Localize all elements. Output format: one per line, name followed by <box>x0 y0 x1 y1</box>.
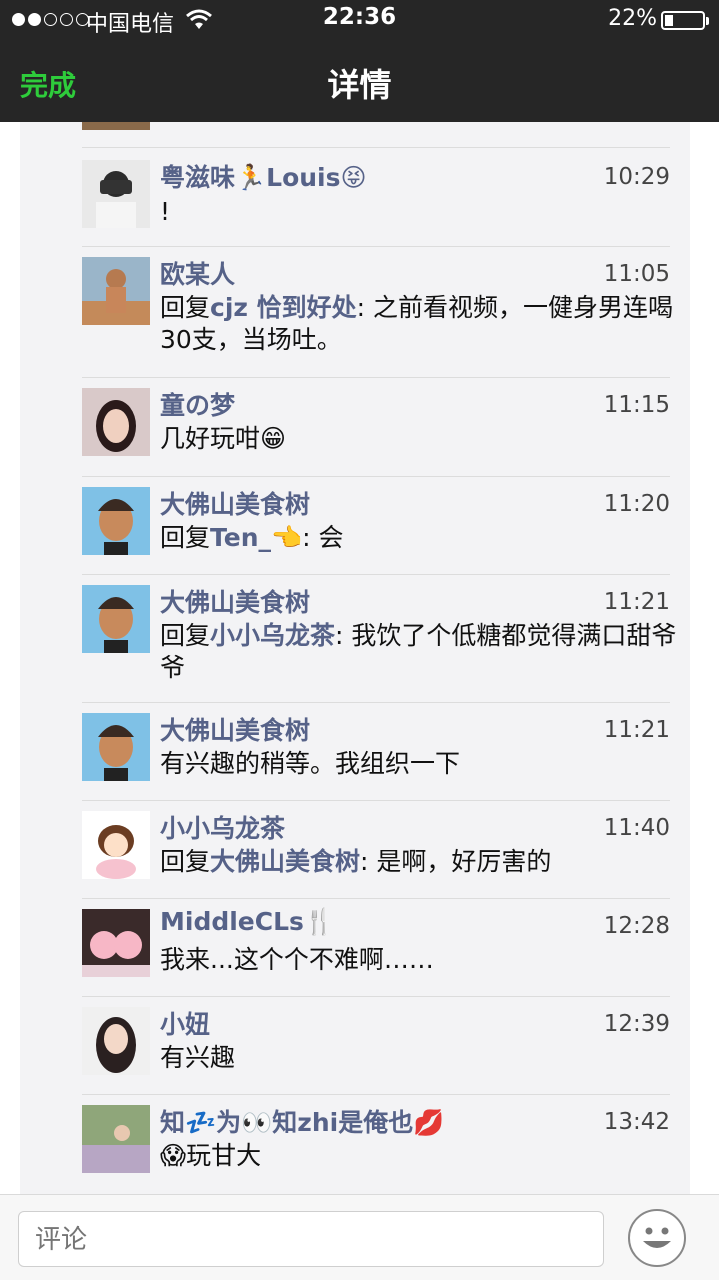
smiley-icon[interactable] <box>628 1209 686 1267</box>
avatar[interactable] <box>82 713 150 781</box>
battery-percentage: 22% <box>608 6 657 31</box>
avatar[interactable] <box>82 1105 150 1173</box>
page-title: 详情 <box>327 66 392 104</box>
comment-text: 😱玩甘大 <box>160 1141 262 1170</box>
runner-icon: 🏃 <box>235 163 267 192</box>
comment-time: 12:39 <box>603 1011 670 1037</box>
battery-icon <box>661 11 709 30</box>
commenter-name[interactable]: 小小乌龙茶 <box>160 809 285 845</box>
list-item[interactable]: 大佛山美食树 11:21 回复小小乌龙茶: 我饮了个低糖都觉得满口甜爷爷 <box>20 575 690 705</box>
list-item[interactable]: 大佛山美食树 11:20 回复Ten_👈: 会 <box>20 477 690 575</box>
avatar[interactable] <box>82 160 150 228</box>
comment-time: 11:21 <box>603 717 670 743</box>
comment-text: 几好玩咁😁 <box>160 424 287 453</box>
avatar[interactable] <box>82 257 150 325</box>
commenter-name[interactable]: 小妞 <box>160 1005 210 1041</box>
comment-input-bar <box>0 1194 719 1280</box>
comment-time: 13:42 <box>603 1109 670 1135</box>
scream-face-icon: 😱 <box>160 1141 187 1170</box>
avatar[interactable] <box>82 585 150 653</box>
comment-text: ! <box>160 197 171 226</box>
commenter-name[interactable]: 童の梦 <box>160 386 235 422</box>
commenter-name[interactable]: 大佛山美食树 <box>160 485 310 521</box>
list-item[interactable]: 大佛山美食树 11:21 有兴趣的稍等。我组织一下 <box>20 703 690 801</box>
list-item[interactable]: 小小乌龙茶 11:40 回复大佛山美食树: 是啊，好厉害的 <box>20 801 690 899</box>
grin-face-icon: 😁 <box>260 424 287 453</box>
lips-icon: 💋 <box>413 1108 445 1137</box>
comment-time: 10:29 <box>603 164 670 190</box>
avatar[interactable] <box>82 1007 150 1075</box>
fork-knife-icon: 🍴 <box>303 907 336 936</box>
comment-text: 我来...这个个不难啊…… <box>160 945 434 974</box>
commenter-name[interactable]: 欧某人 <box>160 255 235 291</box>
comment-input[interactable] <box>18 1211 604 1267</box>
comment-time: 11:20 <box>603 491 670 517</box>
comment-text: 回复Ten_👈: 会 <box>160 523 344 552</box>
list-item[interactable]: 粤滋味🏃Louis😝 10:29 ! <box>20 148 690 246</box>
commenter-name[interactable]: 粤滋味🏃Louis😝 <box>160 158 367 194</box>
avatar <box>82 122 150 130</box>
reply-target-name[interactable]: 大佛山美食树 <box>210 847 360 876</box>
sleep-zzz-icon: 💤 <box>185 1108 217 1137</box>
comment-time: 11:15 <box>603 392 670 418</box>
comment-text: 回复小小乌龙茶: 我饮了个低糖都觉得满口甜爷爷 <box>160 621 677 682</box>
avatar[interactable] <box>82 487 150 555</box>
comment-text: 有兴趣的稍等。我组织一下 <box>160 749 461 778</box>
tongue-face-icon: 😝 <box>340 163 367 192</box>
comment-time: 11:40 <box>603 815 670 841</box>
comment-list[interactable]: 粤滋味🏃Louis😝 10:29 ! 欧某人 11:05 回复cjz 恰到好处:… <box>20 122 690 1194</box>
list-item[interactable]: 欧某人 11:05 回复cjz 恰到好处: 之前看视频，一健身男连喝30支，当场… <box>20 247 690 377</box>
avatar[interactable] <box>82 388 150 456</box>
list-item[interactable]: MiddleCLs🍴 12:28 我来...这个个不难啊…… <box>20 899 690 997</box>
top-bar: 中国电信 22:36 22% 完成 详情 <box>0 0 719 122</box>
reply-target-name[interactable]: Ten_👈 <box>210 523 302 552</box>
avatar[interactable] <box>82 909 150 977</box>
reply-target-name[interactable]: 小小乌龙茶 <box>210 621 335 650</box>
comment-text: 回复cjz 恰到好处: 之前看视频，一健身男连喝30支，当场吐。 <box>160 293 674 354</box>
comment-time: 11:05 <box>603 261 670 287</box>
list-item[interactable]: 知💤为👀知zhi是俺也💋 13:42 😱玩甘大 <box>20 1095 690 1194</box>
commenter-name[interactable]: 大佛山美食树 <box>160 583 310 619</box>
comment-text: 有兴趣 <box>160 1043 236 1072</box>
reply-target-name[interactable]: cjz 恰到好处 <box>210 293 357 322</box>
commenter-name[interactable]: 大佛山美食树 <box>160 711 310 747</box>
avatar[interactable] <box>82 811 150 879</box>
status-bar: 中国电信 22:36 22% <box>0 0 719 40</box>
commenter-name[interactable]: 知💤为👀知zhi是俺也💋 <box>160 1103 444 1139</box>
list-item[interactable]: 小妞 12:39 有兴趣 <box>20 997 690 1095</box>
comment-time: 11:21 <box>603 589 670 615</box>
list-item[interactable]: 童の梦 11:15 几好玩咁😁 <box>20 378 690 476</box>
comment-text: 回复大佛山美食树: 是啊，好厉害的 <box>160 847 552 876</box>
comment-time: 12:28 <box>603 913 670 939</box>
commenter-name[interactable]: MiddleCLs🍴 <box>160 907 335 937</box>
list-item-partial <box>20 122 690 132</box>
